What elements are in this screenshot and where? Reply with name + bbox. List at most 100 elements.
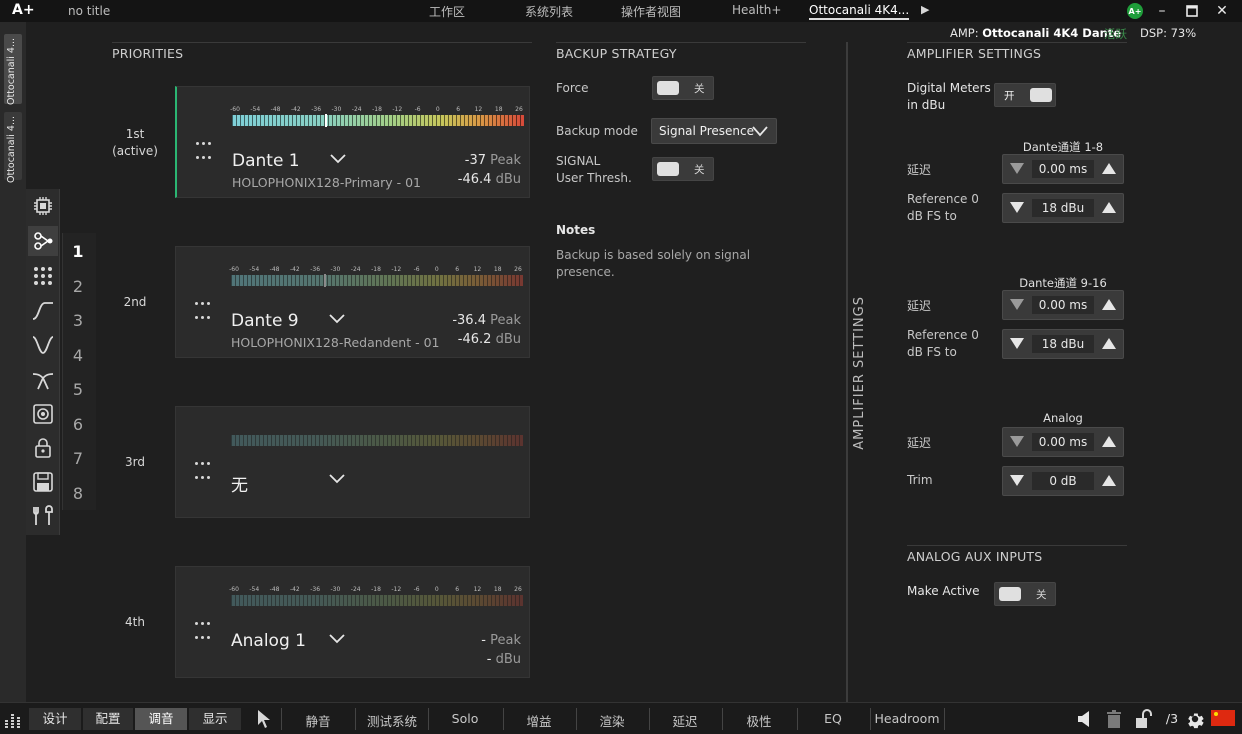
reference-value[interactable]: 18 dBu [1032,199,1094,217]
force-toggle[interactable]: 关 [652,76,714,100]
increment-icon[interactable] [1102,436,1116,447]
delay-value[interactable]: 0.00 ms [1032,160,1094,178]
unlock-icon[interactable] [1134,709,1152,732]
decrement-icon[interactable] [1010,299,1024,310]
decrement-icon[interactable] [1010,338,1024,349]
dante-1-8-title: Dante通道 1-8 [1022,140,1104,154]
drag-handle-icon[interactable] [193,615,213,643]
speaker-volume-icon[interactable] [1076,709,1094,732]
mode-tuning[interactable]: 调音 [135,708,187,730]
filter-eq[interactable]: EQ [799,711,867,726]
signal-threshold-toggle[interactable]: 关 [652,157,714,181]
delay-value[interactable]: 0.00 ms [1032,296,1094,314]
channel-7[interactable]: 7 [63,449,93,468]
speaker-icon[interactable] [28,399,58,429]
analog-trim-stepper[interactable]: 0 dB [1002,466,1124,496]
tools-icon[interactable] [28,501,58,531]
filter-headroom[interactable]: Headroom [872,711,942,726]
flag-icon[interactable] [1211,710,1235,729]
decrement-icon[interactable] [1010,163,1024,174]
channel-5[interactable]: 5 [63,380,93,399]
increment-icon[interactable] [1102,163,1116,174]
side-tab-device-2[interactable]: Ottocanali 4... [4,112,22,183]
channel-2[interactable]: 2 [63,277,93,296]
filter-render[interactable]: 渲染 [578,711,646,730]
meter-tick-label: -60 [229,266,239,273]
channel-4[interactable]: 4 [63,346,93,365]
processor-icon[interactable] [28,191,58,221]
chevron-down-icon[interactable] [329,153,347,168]
increment-icon[interactable] [1102,299,1116,310]
filter-gain[interactable]: 增益 [505,711,573,730]
priority-card-3[interactable]: 无 [175,406,530,518]
meter-tick-label: 12 [473,266,482,273]
gear-icon[interactable] [1184,708,1206,733]
channel-1[interactable]: 1 [63,242,93,261]
increment-icon[interactable] [1102,338,1116,349]
play-icon[interactable]: ▶ [921,3,929,16]
filter-test-system[interactable]: 测试系统 [357,711,427,730]
close-icon[interactable]: ✕ [1208,0,1236,22]
channel-selector: 1 2 3 4 5 6 7 8 [62,233,96,510]
channel-6[interactable]: 6 [63,415,93,434]
lock-icon[interactable] [28,433,58,463]
matrix-icon[interactable] [28,261,58,291]
panel-divider[interactable] [846,42,848,702]
user-badge[interactable]: A+ [1127,3,1143,19]
priority-card-1[interactable]: -60 -54 -48 -42 -36 -30 -24 -18 -12 -6 0 6 12 18 26 Da… [175,86,530,198]
lowpass-icon[interactable] [28,296,58,326]
decrement-icon[interactable] [1010,202,1024,213]
routing-icon[interactable] [28,226,58,256]
filter-solo[interactable]: Solo [430,711,500,726]
save-icon[interactable] [28,467,58,497]
meter-tick-label: -48 [269,266,280,273]
make-active-toggle[interactable]: 关 [994,582,1056,606]
analog-delay-stepper[interactable]: 0.00 ms [1002,427,1124,457]
delay-value[interactable]: 0.00 ms [1032,433,1094,451]
dante-1-8-delay-stepper[interactable]: 0.00 ms [1002,154,1124,184]
pointer-icon[interactable] [256,709,272,732]
app-logo[interactable]: A+ [12,2,35,18]
decrement-icon[interactable] [1010,475,1024,486]
minimize-icon[interactable]: – [1148,0,1176,22]
tab-workspace[interactable]: 工作区 [429,3,465,20]
drag-handle-icon[interactable] [193,455,213,483]
decrement-icon[interactable] [1010,436,1024,447]
dante-9-16-reference-stepper[interactable]: 18 dBu [1002,329,1124,359]
dante-1-8-reference-stepper[interactable]: 18 dBu [1002,193,1124,223]
increment-icon[interactable] [1102,202,1116,213]
tab-operator-view[interactable]: 操作者视图 [621,3,681,20]
levels-icon[interactable] [4,710,22,731]
drag-handle-icon[interactable] [193,295,213,323]
filter-delay[interactable]: 延迟 [651,711,719,730]
channel-3[interactable]: 3 [63,311,93,330]
tool-palette [26,189,60,535]
crossover-icon[interactable] [28,365,58,395]
priority-card-4[interactable]: -60 -54 -48 -42 -36 -30 -24 -18 -12 -6 0 6 12 18 26 An… [175,566,530,678]
trash-icon[interactable] [1106,709,1122,732]
side-tab-device-1[interactable]: Ottocanali 4... [4,34,22,105]
amplifier-settings-vertical-label: AMPLIFIER SETTINGS [852,296,867,450]
backup-mode-select[interactable]: Signal Presence [651,118,777,144]
digital-meters-toggle[interactable]: 开 [994,83,1056,107]
drag-handle-icon[interactable] [194,135,214,163]
tab-system-list[interactable]: 系统列表 [525,3,573,20]
dante-9-16-delay-stepper[interactable]: 0.00 ms [1002,290,1124,320]
highpass-icon[interactable] [28,330,58,360]
chevron-down-icon[interactable] [328,473,346,488]
chevron-down-icon[interactable] [328,633,346,648]
mode-config[interactable]: 配置 [83,708,133,730]
chevron-down-icon[interactable] [328,313,346,328]
increment-icon[interactable] [1102,475,1116,486]
filter-mute[interactable]: 静音 [283,711,353,730]
mode-design[interactable]: 设计 [29,708,81,730]
reference-value[interactable]: 18 dBu [1032,335,1094,353]
priority-card-2[interactable]: -60 -54 -48 -42 -36 -30 -24 -18 -12 -6 0 6 12 18 26 Da… [175,246,530,358]
filter-polarity[interactable]: 极性 [724,711,794,730]
tab-device[interactable]: Ottocanali 4K4... [809,3,910,20]
channel-8[interactable]: 8 [63,484,93,503]
mode-display[interactable]: 显示 [189,708,241,730]
trim-value[interactable]: 0 dB [1032,472,1094,490]
tab-health[interactable]: Health+ [732,3,781,17]
maximize-icon[interactable] [1178,0,1206,22]
